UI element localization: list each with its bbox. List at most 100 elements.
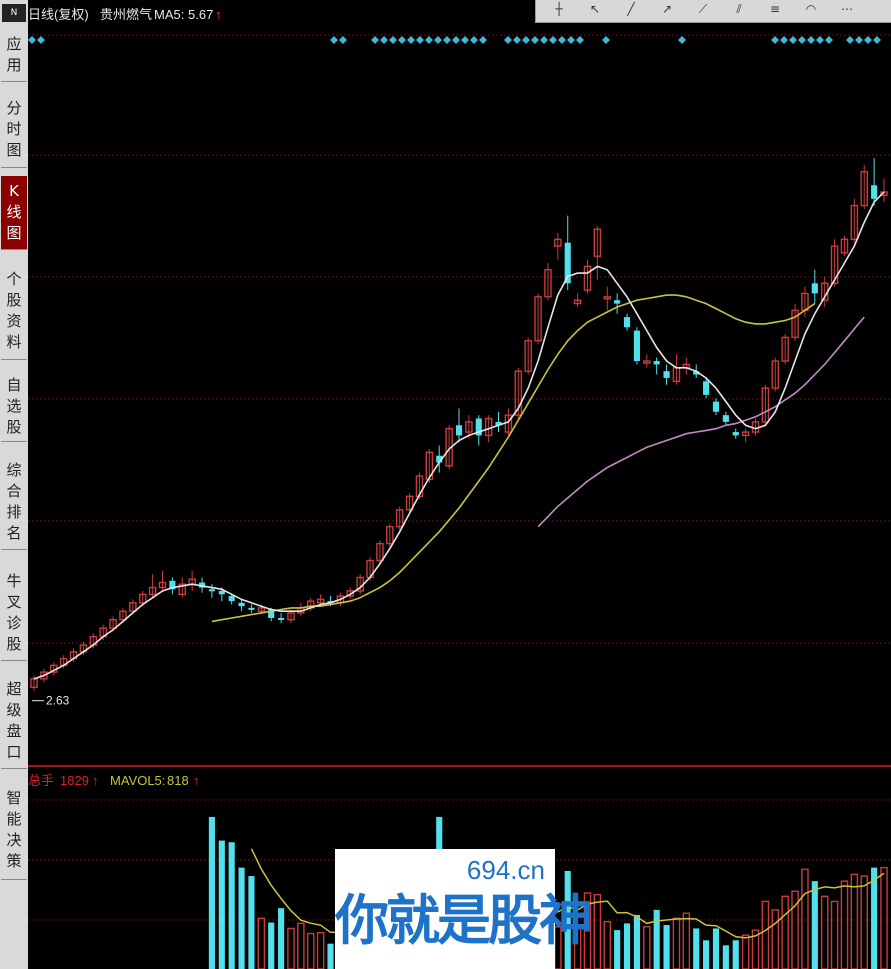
volume-bar <box>228 842 235 969</box>
candle-body <box>703 381 710 395</box>
volume-bar <box>693 928 700 969</box>
signal-diamond <box>443 36 451 44</box>
sidebar-tab-label: K线图 <box>6 182 22 242</box>
candle-body <box>238 602 245 607</box>
sidebar-tab-0[interactable]: 应用 <box>1 28 27 82</box>
volume-bar <box>820 895 829 969</box>
volume-bar <box>672 917 681 969</box>
signal-diamond <box>789 36 797 44</box>
ma5-value: 5.67 <box>188 7 213 22</box>
signal-diamond <box>28 36 36 44</box>
signal-diamond <box>602 36 610 44</box>
signal-diamond <box>576 36 584 44</box>
watermark-text: 你就是股神 <box>335 889 593 952</box>
mavol-value: 818 <box>167 773 189 788</box>
sidebar-tab-4[interactable]: 自选股 <box>1 372 27 442</box>
volume-bar <box>268 922 275 969</box>
volume-bar <box>811 881 818 969</box>
volume-bar <box>860 875 868 969</box>
chart-title: 日线(复权) <box>28 7 89 22</box>
signal-diamond <box>798 36 806 44</box>
signal-diamond <box>398 36 406 44</box>
signal-diamond <box>425 36 433 44</box>
candle-body <box>722 415 729 422</box>
signal-diamond <box>407 36 415 44</box>
candle-body <box>653 361 660 365</box>
signal-diamond <box>522 36 530 44</box>
signal-diamond <box>846 36 854 44</box>
candle-body <box>218 590 225 595</box>
sidebar-collapse-button[interactable]: N <box>2 4 26 22</box>
candle-body <box>663 371 670 378</box>
volume-bar <box>703 940 710 969</box>
signal-diamond <box>780 36 788 44</box>
signal-diamond <box>513 36 521 44</box>
volume-bar <box>712 928 720 969</box>
ma5-label: MA5: <box>154 7 184 22</box>
volume-bar <box>306 932 315 969</box>
ma-mid-line <box>211 294 816 623</box>
mavol-up-arrow: ↑ <box>193 773 200 788</box>
signal-diamond <box>558 36 566 44</box>
signal-diamond <box>330 36 338 44</box>
signal-diamond <box>678 36 686 44</box>
signal-diamond <box>37 36 45 44</box>
volume-bar <box>880 866 888 969</box>
volume-bar <box>218 840 225 969</box>
signal-diamond <box>807 36 815 44</box>
volume-bar <box>741 934 750 969</box>
k-line-chart[interactable]: 日线(复权) 贵州燃气 MA5: 5.67 ↑2.63总手 1829 ↑ MAVOL5: 818… <box>28 0 891 969</box>
volume-bar <box>327 943 334 969</box>
volume-bar <box>761 900 770 969</box>
sidebar-tab-2[interactable]: K线图 <box>1 176 27 250</box>
signal-diamond <box>380 36 388 44</box>
signal-diamond <box>825 36 833 44</box>
sidebar-tab-label: 应用 <box>6 34 22 74</box>
volume-bar <box>771 909 780 969</box>
sidebar-tab-8[interactable]: 智能决策 <box>1 780 27 880</box>
signal-diamond <box>452 36 460 44</box>
volume-bar <box>830 900 839 969</box>
volume-bar <box>278 908 285 969</box>
sidebar-tab-3[interactable]: 个股资料 <box>1 262 27 360</box>
signal-diamond <box>864 36 872 44</box>
ma5-up-arrow: ↑ <box>215 7 222 22</box>
volume-bar <box>732 940 739 969</box>
volume-bar <box>208 816 215 969</box>
signal-diamond <box>549 36 557 44</box>
ma-long-line <box>537 316 865 528</box>
sidebar: N 应用分时图 K线图个股资料自选股综合排名牛叉诊股超级盘口智能决策 <box>0 0 28 969</box>
sidebar-tab-label: 超级盘口 <box>6 679 22 761</box>
sidebar-tab-7[interactable]: 超级盘口 <box>1 673 27 769</box>
volume-bar <box>257 917 266 969</box>
volume-bar <box>248 876 255 969</box>
candle-body <box>623 317 631 328</box>
signal-diamond <box>504 36 512 44</box>
signal-diamond <box>816 36 824 44</box>
volume-bar <box>623 923 631 969</box>
volume-bar <box>722 945 729 969</box>
volume-bar <box>871 867 878 969</box>
sidebar-tab-label: 智能决策 <box>6 788 22 870</box>
volume-bar <box>643 926 651 969</box>
volume-bar <box>297 922 305 969</box>
sidebar-tab-6[interactable]: 牛叉诊股 <box>1 565 27 661</box>
candle-body <box>248 607 255 610</box>
sidebar-tab-1[interactable]: 分时图 <box>1 92 27 168</box>
stock-name: 贵州燃气 <box>100 7 152 22</box>
signal-diamond <box>434 36 442 44</box>
candle-body <box>633 330 640 362</box>
low-price-label: 2.63 <box>46 694 70 708</box>
sidebar-tab-label: 综合排名 <box>6 460 22 542</box>
signal-diamond <box>479 36 487 44</box>
volume-up-arrow: ↑ <box>92 773 99 788</box>
volume-bar <box>850 873 859 969</box>
sidebar-tab-label: 个股资料 <box>6 269 22 351</box>
sidebar-tab-5[interactable]: 综合排名 <box>1 454 27 550</box>
signal-diamond <box>771 36 779 44</box>
candle-body <box>712 401 720 412</box>
candle-body <box>208 589 215 592</box>
signal-diamond <box>567 36 575 44</box>
signal-diamond <box>855 36 863 44</box>
volume-bar <box>614 930 621 969</box>
